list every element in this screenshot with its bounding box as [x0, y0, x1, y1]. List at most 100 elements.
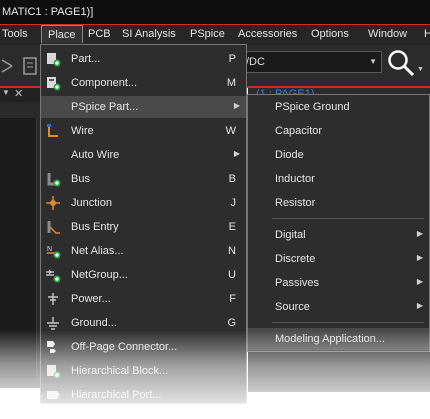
menu-item-label: Ground...	[71, 317, 117, 329]
menu-item-junction[interactable]: Junction J	[41, 192, 246, 214]
net-alias-icon: N	[47, 246, 61, 259]
bus-entry-icon	[47, 221, 60, 234]
search-dropdown-icon[interactable]: ▼	[417, 66, 424, 73]
pspice-part-submenu: PSpice Ground Capacitor Diode Inductor R…	[247, 94, 430, 352]
menu-tools[interactable]: Tools	[2, 28, 28, 40]
menu-item-label: Hierarchical Port...	[71, 389, 162, 401]
combo-dropdown-arrow-icon[interactable]: ▼	[369, 57, 377, 66]
menu-item-label: Part...	[71, 53, 101, 65]
submenu-item-label: Resistor	[275, 197, 316, 209]
submenu-item-capacitor[interactable]: Capacitor	[248, 120, 429, 142]
submenu-item-pspice-ground[interactable]: PSpice Ground	[248, 96, 429, 118]
menu-pcb[interactable]: PCB	[88, 28, 111, 40]
menu-item-bus-entry[interactable]: Bus Entry E	[41, 216, 246, 238]
submenu-item-source[interactable]: Source ▶	[248, 296, 429, 318]
submenu-item-label: Digital	[275, 229, 306, 241]
toolbar-left-icons	[0, 50, 40, 80]
submenu-item-modeling-application[interactable]: Modeling Application...	[248, 328, 429, 350]
menu-place[interactable]: Place	[41, 25, 83, 43]
submenu-item-label: Passives	[275, 277, 320, 289]
menu-item-label: Wire	[71, 125, 94, 137]
menu-item-label: Off-Page Connector...	[71, 341, 178, 353]
menu-accessories[interactable]: Accessories	[238, 28, 297, 40]
svg-text:N: N	[47, 246, 52, 253]
menu-bar: Tools Place PCB SI Analysis PSpice Acces…	[0, 24, 430, 45]
menu-item-shortcut: B	[228, 173, 236, 185]
submenu-item-label: Capacitor	[275, 125, 323, 137]
scissors-icon[interactable]	[0, 50, 40, 80]
submenu-item-diode[interactable]: Diode	[248, 144, 429, 166]
menu-item-auto-wire[interactable]: Auto Wire ▶	[41, 144, 246, 166]
menu-item-bus[interactable]: Bus B	[41, 168, 246, 190]
submenu-item-inductor[interactable]: Inductor	[248, 168, 429, 190]
menu-item-label: Component...	[71, 77, 138, 89]
combo-value: /DC	[246, 56, 265, 68]
menu-item-netgroup[interactable]: NetGroup... U	[41, 264, 246, 286]
part-search-combo[interactable]: /DC ▼	[242, 51, 382, 73]
netgroup-icon	[46, 269, 61, 283]
menu-item-part[interactable]: Part... P	[41, 48, 246, 70]
panel-body	[0, 118, 37, 378]
power-icon	[48, 293, 58, 305]
menu-item-shortcut: E	[228, 221, 236, 233]
submenu-arrow-icon: ▶	[416, 253, 423, 262]
menu-item-label: Power...	[71, 293, 111, 305]
submenu-item-label: Inductor	[275, 173, 315, 185]
component-icon	[47, 77, 61, 91]
menu-item-shortcut: F	[229, 293, 236, 305]
submenu-item-discrete[interactable]: Discrete ▶	[248, 248, 429, 270]
off-page-connector-icon	[47, 341, 56, 353]
submenu-item-digital[interactable]: Digital ▶	[248, 224, 429, 246]
menu-item-ground[interactable]: Ground... G	[41, 312, 246, 334]
menu-item-hierarchical-block[interactable]: Hierarchical Block...	[41, 360, 246, 382]
menu-item-pspice-part[interactable]: PSpice Part... ▶	[41, 96, 246, 118]
menu-item-label: Bus	[71, 173, 90, 185]
submenu-item-label: Modeling Application...	[275, 333, 386, 345]
menu-item-wire[interactable]: Wire W	[41, 120, 246, 142]
submenu-arrow-icon: ▶	[233, 101, 240, 110]
menu-item-label: Hierarchical Block...	[71, 365, 169, 377]
submenu-item-label: Source	[275, 301, 310, 313]
menu-item-shortcut: J	[230, 197, 237, 209]
menu-help[interactable]: H	[424, 28, 430, 40]
menu-window[interactable]: Window	[368, 28, 407, 40]
menu-item-label: Auto Wire	[71, 149, 120, 161]
menu-item-hierarchical-port[interactable]: Hierarchical Port...	[41, 384, 246, 406]
menu-item-label: PSpice Part...	[71, 101, 139, 113]
junction-icon	[46, 196, 60, 210]
hierarchical-port-icon	[47, 391, 60, 399]
menu-si-analysis[interactable]: SI Analysis	[122, 28, 176, 40]
search-icon[interactable]	[386, 48, 416, 78]
menu-item-label: NetGroup...	[71, 269, 128, 281]
menu-item-off-page-connector[interactable]: Off-Page Connector...	[41, 336, 246, 358]
menu-item-shortcut: M	[226, 77, 236, 89]
menu-item-shortcut: G	[227, 317, 236, 329]
submenu-item-passives[interactable]: Passives ▶	[248, 272, 429, 294]
panel-dropdown-icon[interactable]: ▼	[2, 88, 10, 97]
bus-icon	[47, 173, 61, 187]
submenu-arrow-icon: ▶	[233, 149, 240, 158]
menu-item-shortcut: P	[228, 53, 236, 65]
menu-item-shortcut: W	[225, 125, 236, 137]
submenu-separator	[272, 218, 424, 219]
wire-icon	[47, 124, 58, 137]
menu-pspice[interactable]: PSpice	[190, 28, 225, 40]
menu-item-label: Net Alias...	[71, 245, 124, 257]
submenu-item-label: Diode	[275, 149, 304, 161]
title-bar: MATIC1 : PAGE1)]	[0, 0, 430, 24]
menu-item-component[interactable]: Component... M	[41, 72, 246, 94]
menu-options[interactable]: Options	[311, 28, 349, 40]
menu-item-net-alias[interactable]: N Net Alias... N	[41, 240, 246, 262]
menu-item-shortcut: U	[228, 269, 236, 281]
window-title: MATIC1 : PAGE1)]	[2, 6, 94, 18]
submenu-item-label: Discrete	[275, 253, 316, 265]
submenu-item-label: PSpice Ground	[275, 101, 350, 113]
hierarchical-block-icon	[47, 365, 61, 379]
submenu-arrow-icon: ▶	[416, 229, 423, 238]
menu-item-power[interactable]: Power... F	[41, 288, 246, 310]
submenu-arrow-icon: ▶	[416, 277, 423, 286]
place-menu: Part... P Component... M PSpice Part... …	[40, 44, 247, 404]
submenu-item-resistor[interactable]: Resistor	[248, 192, 429, 214]
ground-icon	[47, 317, 59, 330]
panel-close-icon[interactable]: ✕	[14, 87, 23, 100]
